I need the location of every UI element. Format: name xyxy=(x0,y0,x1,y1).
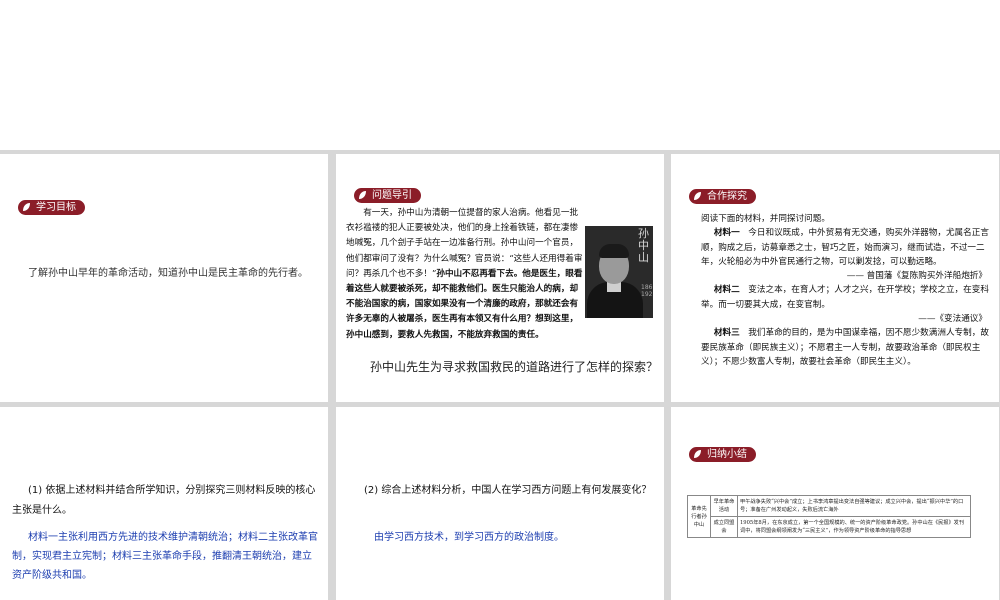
slide-cooperative-inquiry[interactable]: 合作探究 阅读下面的材料，并同探讨问题。 材料一 今日和议既成，中外贸易有无交通… xyxy=(671,154,999,402)
table-head-cell: 革命先行者孙中山 xyxy=(687,495,711,538)
story-text: 有一天，孙中山为清朝一位提督的家人治病。他看见一批衣衫褴褛的犯人正要被处决，他们… xyxy=(346,206,586,343)
slide-summary[interactable]: 归纳小结 革命先行者孙中山 早年革命活动 甲午战争失败“兴中会”成立；上书李鸿章… xyxy=(671,407,999,600)
summary-table: 革命先行者孙中山 早年革命活动 甲午战争失败“兴中会”成立；上书李鸿章提出变法自… xyxy=(687,495,971,538)
row-content: 甲午战争失败“兴中会”成立；上书李鸿章提出变法自强等建议；成立兴中会，提出“振兴… xyxy=(737,495,971,517)
guide-question: 孙中山先生为寻求救国救民的道路进行了怎样的探索？ xyxy=(370,360,659,374)
portrait-title: 孙中山 xyxy=(638,227,649,264)
leaf-icon xyxy=(23,203,30,211)
tag-label: 归纳小结 xyxy=(707,449,747,460)
question-one: (1) 依据上述材料并结合所学知识，分别探究三则材料反映的核心主张是什么。 xyxy=(12,485,316,516)
material-two-source: ——《变法通议》 xyxy=(918,314,987,325)
portrait-years: 1866-1925 xyxy=(641,284,653,298)
leaf-icon xyxy=(694,192,701,200)
story-bold: 孙中山不忍再看下去。他是医生，眼看着这些人就要被杀死，却不能救他们。医生只能治人… xyxy=(346,268,583,340)
sun-yatsen-portrait: 孙中山 1866-1925 xyxy=(585,226,653,318)
section-tag: 学习目标 xyxy=(18,200,85,215)
tag-label: 合作探究 xyxy=(707,191,747,202)
question-two: (2) 综合上述材料分析，中国人在学习西方问题上有何发展变化？ xyxy=(364,485,652,496)
section-tag: 问题导引 xyxy=(354,188,421,203)
row-label: 早年革命活动 xyxy=(710,495,738,517)
slide-question-one[interactable]: (1) 依据上述材料并结合所学知识，分别探究三则材料反映的核心主张是什么。 材料… xyxy=(0,407,328,600)
table-row: 革命先行者孙中山 早年革命活动 甲午战争失败“兴中会”成立；上书李鸿章提出变法自… xyxy=(687,495,971,538)
answer-two: 由学习西方技术，到学习西方的政治制度。 xyxy=(374,532,564,543)
slide-learning-goals[interactable]: 学习目标 了解孙中山早年的革命活动，知道孙中山是民主革命的先行者。 xyxy=(0,154,328,402)
row-content: 1905年8月，在东京成立，第一个全国规模的、统一的资产阶级革命政党。孙中山在《… xyxy=(737,516,971,538)
material-one-source: —— 曾国藩《复陈购买外洋船炮折》 xyxy=(846,271,987,282)
answer-one: 材料一主张利用西方先进的技术维护清朝统治；材料二主张改革官制，实现君主立宪制；材… xyxy=(12,532,318,581)
slide-question-two[interactable]: (2) 综合上述材料分析，中国人在学习西方问题上有何发展变化？ 由学习西方技术，… xyxy=(336,407,664,600)
section-tag: 归纳小结 xyxy=(689,447,756,462)
leaf-icon xyxy=(694,450,701,458)
materials-intro: 阅读下面的材料，并同探讨问题。 xyxy=(701,214,830,224)
material-three: 材料三 我们革命的目的，是为中国谋幸福，因不愿少数满洲人专制，故要民族革命（即民… xyxy=(701,328,989,367)
tag-label: 学习目标 xyxy=(36,202,76,213)
material-two: 材料二 变法之本，在育人才；人才之兴，在开学校；学校之立，在变科举。而一切要其大… xyxy=(701,285,989,310)
material-one: 材料一 今日和议既成，中外贸易有无交通，购买外洋器物，尤属名正言顺，购成之后，访… xyxy=(701,228,989,267)
materials-text: 阅读下面的材料，并同探讨问题。 材料一 今日和议既成，中外贸易有无交通，购买外洋… xyxy=(701,212,991,369)
section-tag: 合作探究 xyxy=(689,189,756,204)
row-label: 成立同盟会 xyxy=(710,516,738,538)
leaf-icon xyxy=(359,191,366,199)
slide-problem-guide[interactable]: 问题导引 有一天，孙中山为清朝一位提督的家人治病。他看见一批衣衫褴褛的犯人正要被… xyxy=(336,154,664,402)
tag-label: 问题导引 xyxy=(372,190,412,201)
table-row: 成立同盟会 1905年8月，在东京成立，第一个全国规模的、统一的资产阶级革命政党… xyxy=(688,516,971,538)
learning-goal-text: 了解孙中山早年的革命活动，知道孙中山是民主革命的先行者。 xyxy=(28,268,308,279)
